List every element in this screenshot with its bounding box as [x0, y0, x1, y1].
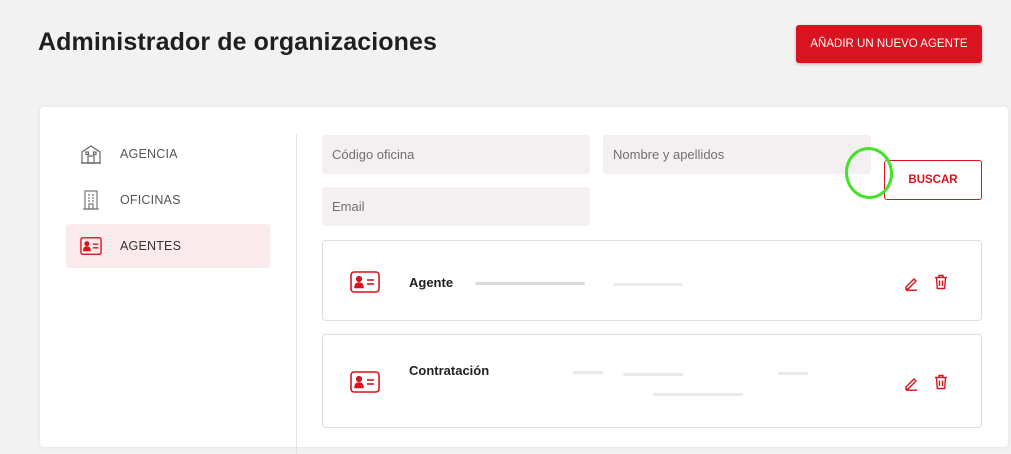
- sidebar-item-label: AGENTES: [120, 239, 182, 253]
- sidebar-item-agentes[interactable]: AGENTES: [66, 224, 270, 268]
- add-agent-button[interactable]: AÑADIR UN NUEVO AGENTE: [796, 25, 982, 63]
- list-item: Contratación: [322, 334, 982, 428]
- redacted-text: [613, 283, 683, 286]
- agent-title: Contratación: [409, 363, 490, 378]
- trash-icon[interactable]: [931, 372, 951, 392]
- redacted-text: [778, 372, 808, 375]
- office-code-input[interactable]: [322, 135, 590, 174]
- id-card-icon: [80, 235, 102, 257]
- page-title: Administrador de organizaciones: [38, 28, 438, 56]
- sidebar-item-oficinas[interactable]: OFICINAS: [66, 178, 270, 222]
- redacted-text: [573, 371, 603, 374]
- trash-icon[interactable]: [931, 272, 951, 292]
- building-icon: [80, 143, 102, 165]
- id-card-icon: [350, 271, 380, 293]
- edit-icon[interactable]: [901, 373, 921, 393]
- redacted-text: [623, 373, 683, 376]
- redacted-text: [653, 393, 743, 396]
- edit-icon[interactable]: [901, 273, 921, 293]
- name-input[interactable]: [603, 135, 871, 174]
- sidebar-item-agencia[interactable]: AGENCIA: [66, 132, 270, 176]
- redacted-text: [475, 282, 585, 285]
- sidebar: AGENCIA OFICINAS AGENTES: [66, 132, 270, 270]
- divider: [296, 134, 297, 454]
- office-icon: [80, 189, 102, 211]
- sidebar-item-label: OFICINAS: [120, 193, 181, 207]
- id-card-icon: [350, 371, 380, 393]
- agent-title: Agente: [409, 275, 454, 290]
- sidebar-item-label: AGENCIA: [120, 147, 178, 161]
- search-button[interactable]: BUSCAR: [884, 160, 982, 200]
- email-input[interactable]: [322, 187, 590, 226]
- list-item: Agente: [322, 240, 982, 321]
